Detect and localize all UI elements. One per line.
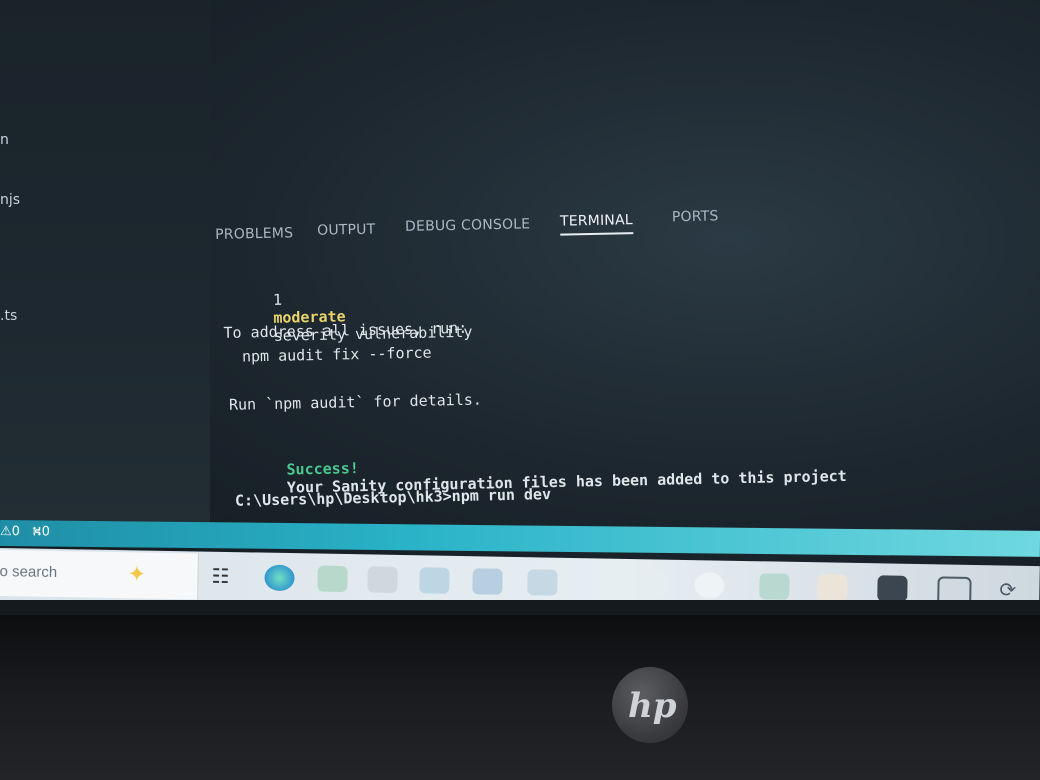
mail-icon[interactable] <box>472 568 503 595</box>
hp-logo-mark: hp <box>628 686 677 725</box>
window-icon[interactable] <box>937 576 972 600</box>
app-round-icon[interactable] <box>694 572 725 599</box>
success-word: Success! <box>286 459 359 479</box>
details-line: Run `npm audit` for details. <box>228 390 483 414</box>
sidebar-item[interactable]: njs <box>0 192 20 208</box>
edge-icon[interactable] <box>264 564 295 592</box>
tab-ports[interactable]: PORTS <box>672 208 719 225</box>
photos-icon[interactable] <box>527 569 558 596</box>
chat-icon[interactable] <box>639 571 670 598</box>
laptop-bezel <box>0 615 1040 780</box>
taskbar: o search ✦ ☷ ⟳ <box>0 548 1040 600</box>
photo-icon[interactable] <box>877 575 908 600</box>
sparkle-icon: ✦ <box>127 562 147 588</box>
laptop-screen: n njs .ts PROBLEMS OUTPUT DEBUG CONSOLE … <box>0 0 1040 600</box>
ports-count-value: 0 <box>41 524 51 540</box>
tab-terminal[interactable]: TERMINAL <box>560 212 633 230</box>
tab-problems[interactable]: PROBLEMS <box>215 225 293 243</box>
explorer-icon[interactable] <box>419 567 450 594</box>
fix-command: npm audit fix --force <box>241 343 432 366</box>
app-icon[interactable] <box>317 565 348 593</box>
sidebar-item[interactable]: .ts <box>0 308 17 324</box>
office-icon[interactable] <box>759 573 790 600</box>
sidebar-item[interactable]: n <box>0 132 9 148</box>
hp-logo: hp <box>612 667 688 743</box>
ports-count[interactable]: ⛕0 <box>32 524 50 541</box>
tab-output[interactable]: OUTPUT <box>317 222 376 239</box>
svg-text:hp: hp <box>628 686 677 725</box>
error-count[interactable]: ⚠0 <box>0 524 20 539</box>
task-view-icon[interactable]: ☷ <box>211 564 241 591</box>
vuln-count: 1 <box>272 290 283 309</box>
taskbar-search[interactable]: o search ✦ <box>0 549 199 600</box>
tab-debug-console[interactable]: DEBUG CONSOLE <box>405 216 531 235</box>
terminal-output[interactable]: 1 moderate severity vulnerability To add… <box>218 245 1040 512</box>
store-icon[interactable] <box>367 566 398 593</box>
explorer-sidebar: n njs .ts <box>0 0 210 525</box>
refresh-icon[interactable]: ⟳ <box>999 577 1029 600</box>
files-icon[interactable] <box>817 574 848 600</box>
panel-tabs: PROBLEMS OUTPUT DEBUG CONSOLE TERMINAL P… <box>210 188 1040 245</box>
search-placeholder: o search <box>0 562 58 581</box>
error-count-value: 0 <box>11 524 21 540</box>
